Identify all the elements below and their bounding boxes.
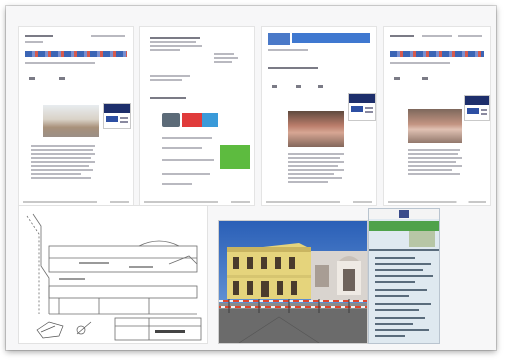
newspaper-page-4 <box>383 26 491 206</box>
newspaper-page-3 <box>261 26 377 206</box>
villa-photo <box>218 220 368 344</box>
advert-box <box>464 95 490 121</box>
site-banner <box>390 51 484 57</box>
newspaper-page-1 <box>18 26 134 206</box>
villa-scene-svg <box>219 221 367 343</box>
ruins-photo <box>43 105 99 137</box>
masthead-logo <box>268 33 290 45</box>
masthead-banner <box>292 33 370 43</box>
green-notice <box>220 145 250 169</box>
notice-render-image <box>409 231 435 247</box>
section-drawing-svg <box>26 213 202 341</box>
ad-image <box>162 113 180 127</box>
site-banner <box>25 51 127 57</box>
interior-photo <box>408 109 462 143</box>
crest-icon <box>399 210 409 218</box>
interior-photo <box>288 111 344 147</box>
site-notice-board <box>368 208 440 344</box>
advert-box <box>103 103 131 129</box>
architectural-drawing <box>18 205 208 344</box>
newspaper-page-2 <box>139 26 255 206</box>
ad-image <box>182 113 202 127</box>
ad-image <box>202 113 218 127</box>
advert-box <box>348 93 376 121</box>
